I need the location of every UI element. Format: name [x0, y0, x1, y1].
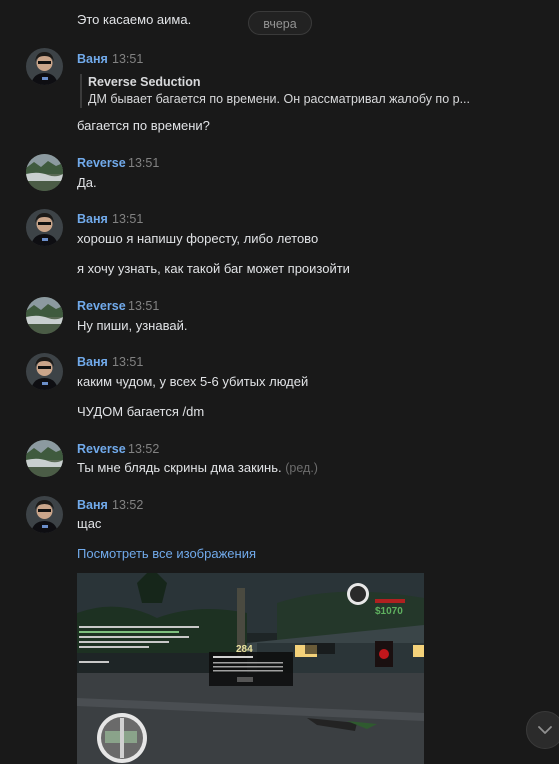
avatar[interactable]	[26, 496, 63, 533]
image-attachment[interactable]: 284 $1070	[77, 573, 424, 764]
view-all-images-link[interactable]: Посмотреть все изображения	[77, 546, 256, 561]
message-text-content: Ты мне блядь скрины дма закинь.	[77, 460, 282, 475]
game-money: $1070	[375, 606, 403, 617]
message-text: Ну пиши, узнавай.	[77, 318, 188, 333]
landscape-avatar-icon	[26, 440, 63, 477]
message-text: я хочу узнать, как такой баг может произ…	[77, 261, 350, 276]
message-time[interactable]: 13:51	[112, 52, 143, 66]
message-author[interactable]: Ваня	[77, 52, 108, 66]
quoted-message[interactable]: Reverse Seduction ДМ бывает багается по …	[80, 74, 518, 108]
user-avatar-icon	[26, 496, 63, 533]
avatar[interactable]	[26, 154, 63, 191]
message-author[interactable]: Ваня	[77, 355, 108, 369]
message-time[interactable]: 13:52	[112, 498, 143, 512]
message-time[interactable]: 13:51	[128, 156, 159, 170]
game-counter: 284	[236, 644, 253, 655]
message-author[interactable]: Reverse	[77, 299, 126, 313]
quote-author: Reverse Seduction	[88, 75, 201, 89]
date-separator[interactable]: вчера	[248, 11, 312, 35]
scroll-down-button[interactable]	[526, 711, 559, 749]
message-author[interactable]: Ваня	[77, 212, 108, 226]
avatar[interactable]	[26, 209, 63, 246]
landscape-avatar-icon	[26, 154, 63, 191]
user-avatar-icon	[26, 353, 63, 390]
game-screenshot-image: 284 $1070	[77, 573, 424, 764]
message-time[interactable]: 13:51	[112, 355, 143, 369]
chat-history: Это касаемо аима. вчера Ваня 13:51 Rever…	[0, 0, 559, 764]
avatar[interactable]	[26, 353, 63, 390]
chevron-down-icon	[538, 725, 552, 734]
edited-marker[interactable]: (ред.)	[285, 461, 318, 475]
avatar[interactable]	[26, 440, 63, 477]
message-author[interactable]: Ваня	[77, 498, 108, 512]
message-text: Это касаемо аима.	[77, 12, 192, 27]
landscape-avatar-icon	[26, 297, 63, 334]
message-text: ЧУДОМ багается /dm	[77, 404, 205, 419]
message-text: хорошо я напишу форесту, либо летово	[77, 231, 319, 246]
avatar[interactable]	[26, 297, 63, 334]
message-time[interactable]: 13:51	[112, 212, 143, 226]
message-text: Ты мне блядь скрины дма закинь. (ред.)	[77, 460, 318, 475]
message-text: каким чудом, у всех 5-6 убитых людей	[77, 374, 309, 389]
message-time[interactable]: 13:51	[128, 299, 159, 313]
message-author[interactable]: Reverse	[77, 156, 126, 170]
message-text: багается по времени?	[77, 118, 210, 133]
avatar[interactable]	[26, 48, 63, 85]
user-avatar-icon	[26, 209, 63, 246]
message-author[interactable]: Reverse	[77, 442, 126, 456]
quote-text: ДМ бывает багается по времени. Он рассма…	[88, 92, 470, 106]
message-text: Да.	[77, 175, 97, 190]
user-avatar-icon	[26, 48, 63, 85]
message-time[interactable]: 13:52	[128, 442, 159, 456]
message-text: щас	[77, 516, 102, 531]
